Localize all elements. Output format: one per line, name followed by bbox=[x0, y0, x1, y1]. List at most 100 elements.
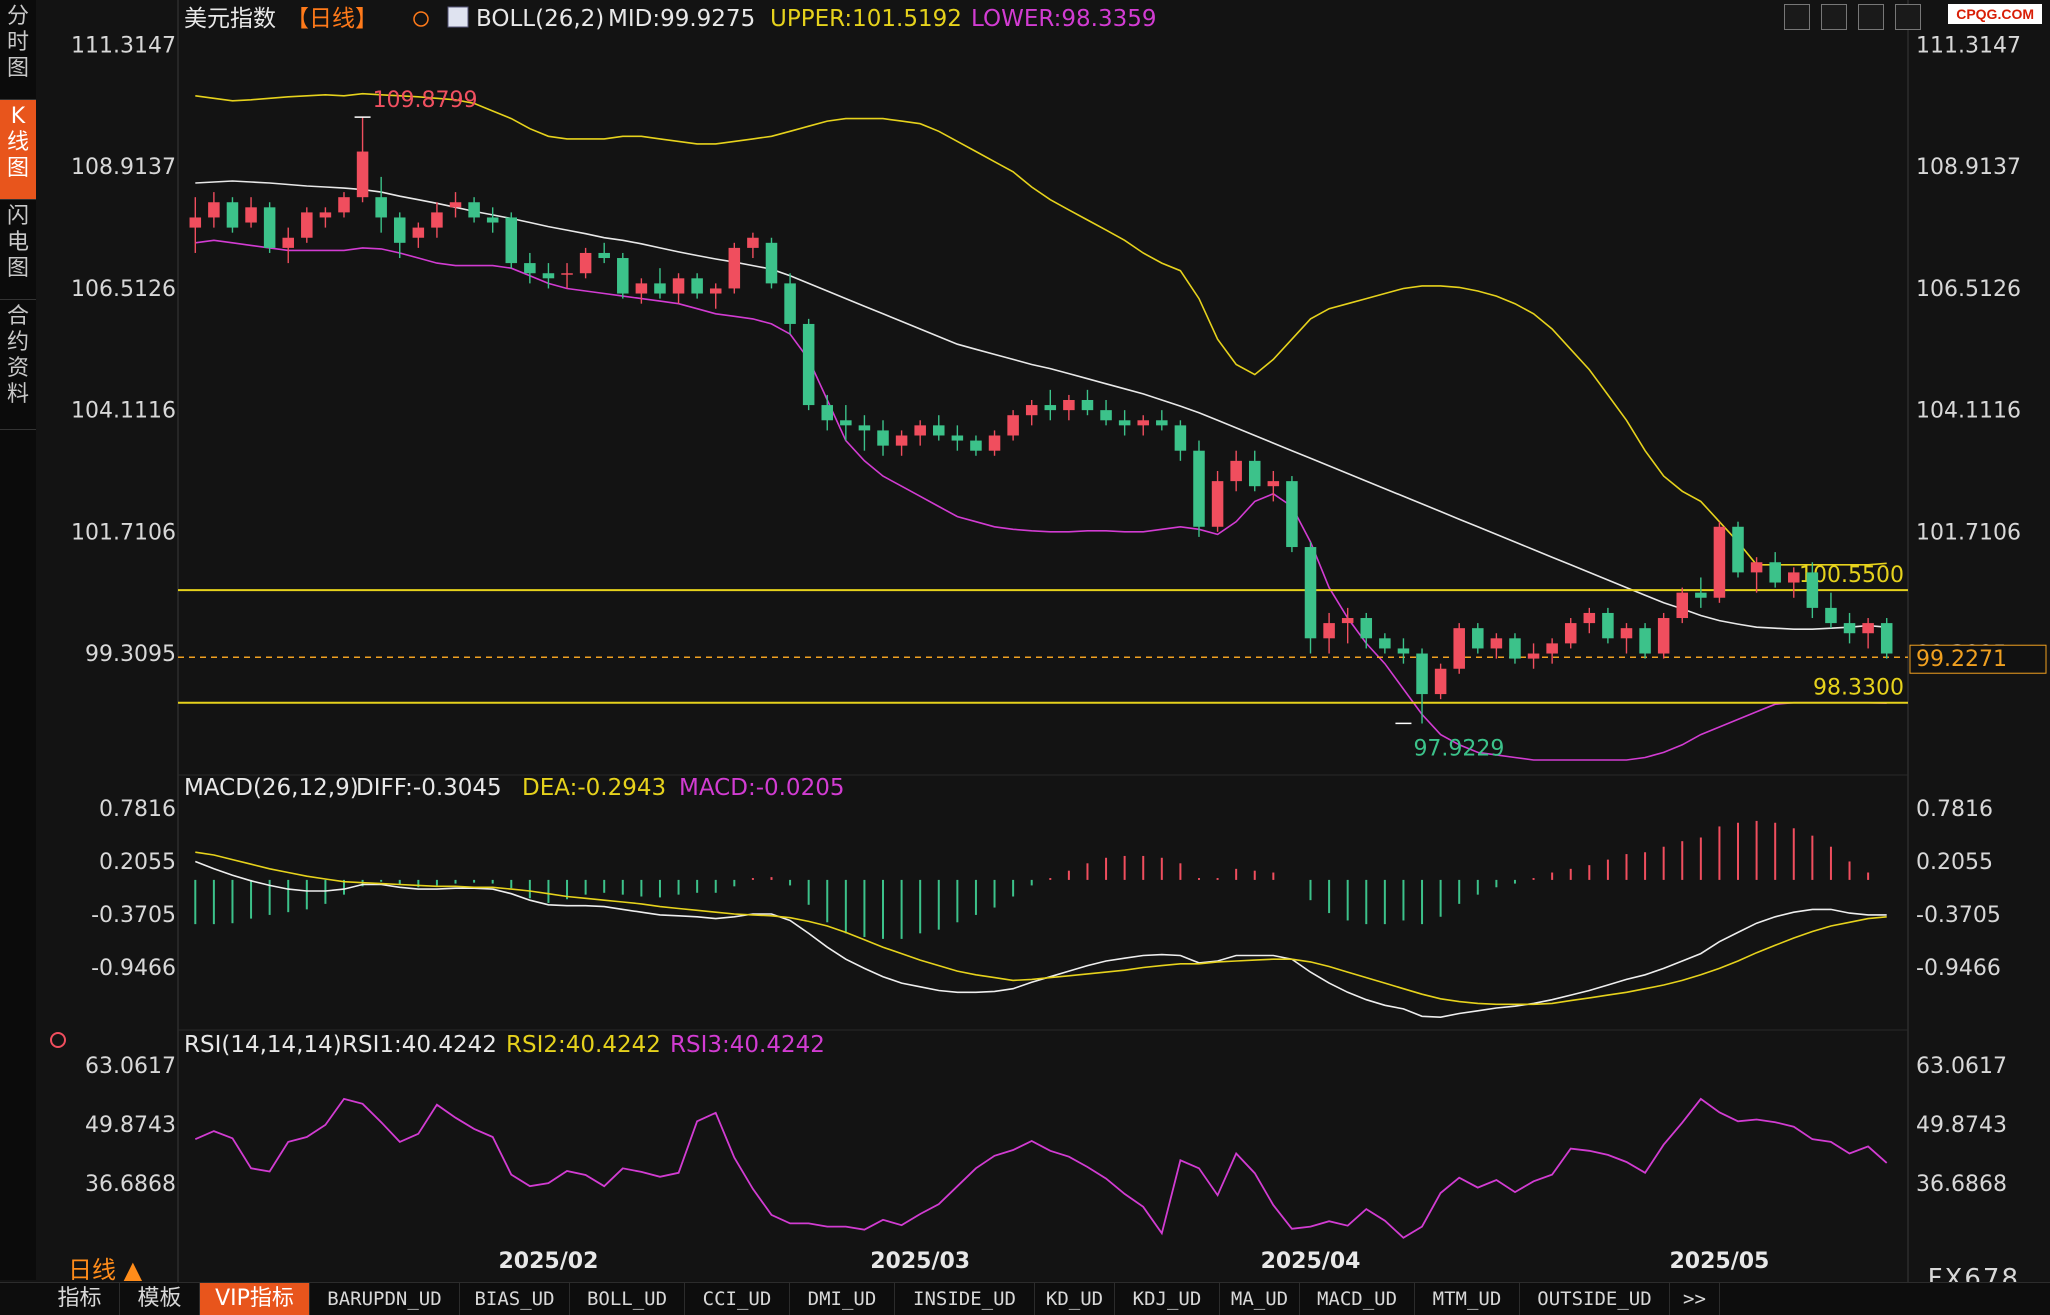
bottom-tab-13[interactable]: MTM_UD bbox=[1415, 1283, 1520, 1315]
last-price-label: 99.2271 bbox=[1916, 647, 2007, 672]
candle-body bbox=[1341, 618, 1354, 624]
sidebar-tab-2[interactable]: 闪电图 bbox=[0, 200, 36, 300]
candle-body bbox=[1230, 460, 1242, 482]
y-tick-right: 101.7106 bbox=[1916, 520, 2021, 545]
candle-body bbox=[1750, 562, 1763, 573]
candle-body bbox=[784, 283, 796, 324]
candle-body bbox=[189, 217, 202, 228]
y-tick-left: 101.7106 bbox=[71, 520, 176, 545]
bottom-tab-1[interactable]: 模板 bbox=[120, 1283, 200, 1315]
candle-body bbox=[245, 207, 257, 223]
candle-body bbox=[1676, 592, 1689, 619]
bottom-tab-11[interactable]: MA_UD bbox=[1220, 1283, 1300, 1315]
candle-body bbox=[1472, 628, 1484, 649]
indicator-icon[interactable] bbox=[1858, 4, 1885, 30]
candle-body bbox=[412, 227, 425, 238]
settings-icon bbox=[50, 1032, 66, 1048]
candle-body bbox=[1063, 400, 1075, 411]
bottom-tab-9[interactable]: KD_UD bbox=[1035, 1283, 1115, 1315]
sidebar-tab-1[interactable]: K线图 bbox=[0, 100, 36, 200]
candle-body bbox=[338, 197, 350, 213]
bottom-tab-14[interactable]: OUTSIDE_UD bbox=[1520, 1283, 1670, 1315]
candle-body bbox=[1025, 405, 1038, 416]
candle-body bbox=[1695, 592, 1707, 598]
bottom-tab-6[interactable]: CCI_UD bbox=[685, 1283, 790, 1315]
macd-y-tick-left: 0.7816 bbox=[99, 797, 176, 822]
bottom-tab-4[interactable]: BIAS_UD bbox=[460, 1283, 570, 1315]
candle-body bbox=[598, 252, 610, 259]
add-indicator-icon bbox=[413, 11, 429, 27]
watermark: CPQG.COM bbox=[1948, 4, 2042, 24]
candle-body bbox=[654, 283, 666, 294]
candle-body bbox=[1211, 481, 1224, 527]
x-tick: 2025/04 bbox=[1261, 1249, 1361, 1274]
candle-body bbox=[672, 278, 685, 294]
candle-body bbox=[877, 430, 889, 446]
sidebar-tab-0[interactable]: 分时图 bbox=[0, 0, 36, 100]
chart-toolbar bbox=[1784, 4, 1927, 34]
candle-body bbox=[1602, 612, 1614, 639]
hline-label-1: 98.3300 bbox=[1813, 676, 1904, 701]
macd-y-tick-right: -0.3705 bbox=[1916, 903, 2001, 928]
sidebar-tab-3[interactable]: 合约资料 bbox=[0, 300, 36, 430]
bottom-tab-10[interactable]: KDJ_UD bbox=[1115, 1283, 1220, 1315]
candle-body bbox=[208, 202, 220, 218]
candle-body bbox=[1546, 643, 1558, 654]
candle-body bbox=[263, 207, 276, 248]
bottom-tab-3[interactable]: BARUPDN_UD bbox=[310, 1283, 460, 1315]
candle-body bbox=[301, 212, 313, 238]
candle-body bbox=[1379, 638, 1391, 649]
y-tick-left: 104.1116 bbox=[71, 399, 176, 424]
candle-body bbox=[1453, 628, 1465, 669]
candle-body bbox=[282, 237, 294, 248]
candle-body bbox=[356, 151, 369, 198]
bottom-tab-0[interactable]: 指标 bbox=[40, 1283, 120, 1315]
x-tick: 2025/02 bbox=[499, 1249, 599, 1274]
macd-y-tick-left: -0.3705 bbox=[91, 903, 176, 928]
bottom-tab-2[interactable]: VIP指标 bbox=[200, 1283, 310, 1315]
y-tick-right: 108.9137 bbox=[1916, 155, 2021, 180]
period-label[interactable]: 日线 ▲ bbox=[68, 1250, 142, 1285]
candle-body bbox=[1583, 612, 1596, 624]
diff-line bbox=[195, 860, 1887, 1019]
candle-body bbox=[802, 323, 815, 406]
candle-body bbox=[1490, 638, 1503, 649]
candle-body bbox=[1769, 562, 1781, 583]
y-tick-left: 99.3095 bbox=[85, 642, 176, 667]
macd-y-tick-right: 0.7816 bbox=[1916, 797, 1993, 822]
candle-body bbox=[728, 247, 741, 289]
mid-label: MID:99.9275 bbox=[608, 6, 755, 32]
boll-icon bbox=[447, 6, 469, 28]
expand-icon[interactable] bbox=[1895, 4, 1922, 30]
candle-body bbox=[579, 252, 592, 274]
candle-body bbox=[1156, 420, 1168, 426]
candle-body bbox=[617, 258, 629, 294]
y-tick-right: 106.5126 bbox=[1916, 277, 2021, 302]
bottom-tab-15[interactable]: >> bbox=[1670, 1283, 1720, 1315]
candle-body bbox=[1825, 607, 1837, 624]
bottom-tab-7[interactable]: DMI_UD bbox=[790, 1283, 895, 1315]
bottom-tab-5[interactable]: BOLL_UD bbox=[570, 1283, 685, 1315]
candle-body bbox=[393, 217, 406, 243]
candle-body bbox=[840, 420, 852, 426]
candle-body bbox=[1118, 420, 1131, 426]
candle-body bbox=[951, 435, 964, 441]
candle-body bbox=[1081, 400, 1094, 411]
rsi1-label: RSI1:40.4242 bbox=[342, 1032, 497, 1058]
rsi-name: RSI(14,14,14) bbox=[184, 1032, 342, 1058]
rsi-y-tick-left: 49.8743 bbox=[85, 1113, 176, 1138]
candle-body bbox=[1434, 668, 1447, 695]
candle-body bbox=[449, 202, 462, 208]
candle-body bbox=[1620, 628, 1633, 639]
crosshair-icon[interactable] bbox=[1784, 4, 1810, 30]
candle-body bbox=[1564, 623, 1577, 644]
bottom-tab-8[interactable]: INSIDE_UD bbox=[895, 1283, 1035, 1315]
bottom-tab-12[interactable]: MACD_UD bbox=[1300, 1283, 1415, 1315]
rsi3-label: RSI3:40.4242 bbox=[670, 1032, 825, 1058]
boll-mid-line bbox=[195, 180, 1887, 631]
y-tick-right: 111.3147 bbox=[1916, 33, 2021, 58]
candle-style-icon[interactable] bbox=[1821, 4, 1848, 30]
extreme-label: 109.8799 bbox=[373, 88, 478, 113]
x-tick: 2025/03 bbox=[870, 1249, 970, 1274]
rsi-y-tick-right: 49.8743 bbox=[1916, 1113, 2007, 1138]
